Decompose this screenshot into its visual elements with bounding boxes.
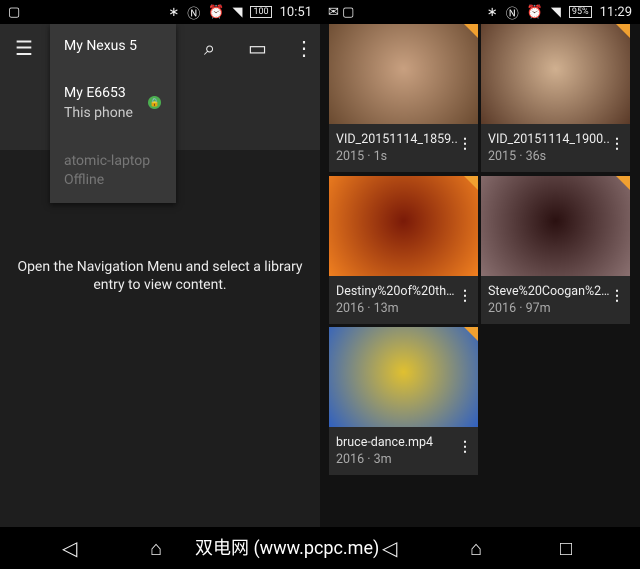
video-title: bruce-dance.mp4 (336, 435, 433, 450)
recents-icon[interactable]: □ (560, 536, 572, 561)
more-options-icon[interactable]: ⋮ (458, 439, 472, 455)
device-dropdown: My Nexus 5 My E6653 This phone 🔒 atomic-… (50, 24, 176, 203)
clock: 11:29 (599, 4, 632, 20)
video-grid: VID_20151114_1859.. 2015 · 1s ⋮ VID_2015… (320, 24, 640, 527)
nfc-icon: Ⓝ (187, 6, 201, 22)
more-options-icon[interactable]: ⋮ (610, 136, 624, 152)
clock: 10:51 (279, 4, 312, 20)
battery-icon: 95% (568, 6, 592, 18)
video-meta: 2016 · 13m (336, 301, 399, 316)
video-card[interactable]: bruce-dance.mp4 2016 · 3m ⋮ (329, 327, 478, 475)
lock-icon: 🔒 (148, 96, 161, 109)
wifi-icon: ◥ (550, 4, 561, 20)
gmail-icon: ✉ ▢ (328, 4, 355, 20)
video-thumbnail[interactable] (481, 24, 630, 124)
video-meta: 2015 · 1s (336, 149, 388, 164)
video-card[interactable]: Steve%20Coogan%20.. 2016 · 97m ⋮ (481, 176, 630, 324)
video-thumbnail[interactable] (329, 327, 478, 427)
device-option-name: atomic-laptop (64, 153, 151, 169)
video-meta: 2015 · 36s (488, 149, 547, 164)
library-screen: ☰ ⌕ ▭ ⋮ My Nexus 5 My E6653 This phone 🔒… (0, 24, 320, 527)
cast-icon[interactable]: ▭ (248, 36, 267, 60)
video-card[interactable]: VID_20151114_1900.. 2015 · 36s ⋮ (481, 24, 630, 172)
more-options-icon[interactable]: ⋮ (458, 136, 472, 152)
bluetooth-icon: ∗ (168, 4, 180, 20)
status-bar-left: ▢ ∗ Ⓝ ⏰ ◥ 100 10:51 (0, 0, 320, 24)
video-title: VID_20151114_1900.. (488, 132, 610, 147)
menu-icon[interactable]: ☰ (15, 36, 33, 60)
video-meta: 2016 · 97m (488, 301, 551, 316)
video-title: VID_20151114_1859.. (336, 132, 458, 147)
device-option-sub: This phone (64, 105, 133, 121)
video-thumbnail[interactable] (329, 176, 478, 276)
video-thumbnail[interactable] (329, 24, 478, 124)
more-options-icon[interactable]: ⋮ (610, 288, 624, 304)
home-icon[interactable]: ⌂ (150, 536, 162, 561)
back-icon[interactable]: ◁ (382, 536, 397, 560)
video-card[interactable]: Destiny%20of%20the.. 2016 · 13m ⋮ (329, 176, 478, 324)
watermark: 双电网 (www.pcpc.me) (195, 538, 380, 559)
search-icon[interactable]: ⌕ (204, 36, 215, 60)
video-thumbnail[interactable] (481, 176, 630, 276)
nfc-icon: Ⓝ (505, 6, 519, 22)
home-icon[interactable]: ⌂ (470, 536, 482, 561)
battery-icon: 100 (250, 6, 272, 18)
alarm-icon: ⏰ (526, 4, 543, 20)
device-option-name[interactable]: My E6653 (64, 84, 126, 103)
back-icon[interactable]: ◁ (62, 536, 77, 560)
more-options-icon[interactable]: ⋮ (294, 36, 314, 60)
wifi-icon: ◥ (232, 4, 243, 20)
video-title: Destiny%20of%20the.. (336, 284, 458, 299)
bluetooth-icon: ∗ (486, 4, 498, 20)
status-bar-right: ✉ ▢ ∗ Ⓝ ⏰ ◥ 95% 11:29 (320, 0, 640, 24)
device-option[interactable]: My Nexus 5 (64, 37, 137, 56)
empty-message: Open the Navigation Menu and select a li… (17, 259, 303, 293)
watch-icon: ▢ (8, 4, 21, 20)
alarm-icon: ⏰ (208, 4, 225, 20)
video-title: Steve%20Coogan%20.. (488, 284, 610, 299)
device-option-sub: Offline (64, 172, 105, 188)
more-options-icon[interactable]: ⋮ (458, 288, 472, 304)
video-meta: 2016 · 3m (336, 452, 392, 467)
video-card[interactable]: VID_20151114_1859.. 2015 · 1s ⋮ (329, 24, 478, 172)
